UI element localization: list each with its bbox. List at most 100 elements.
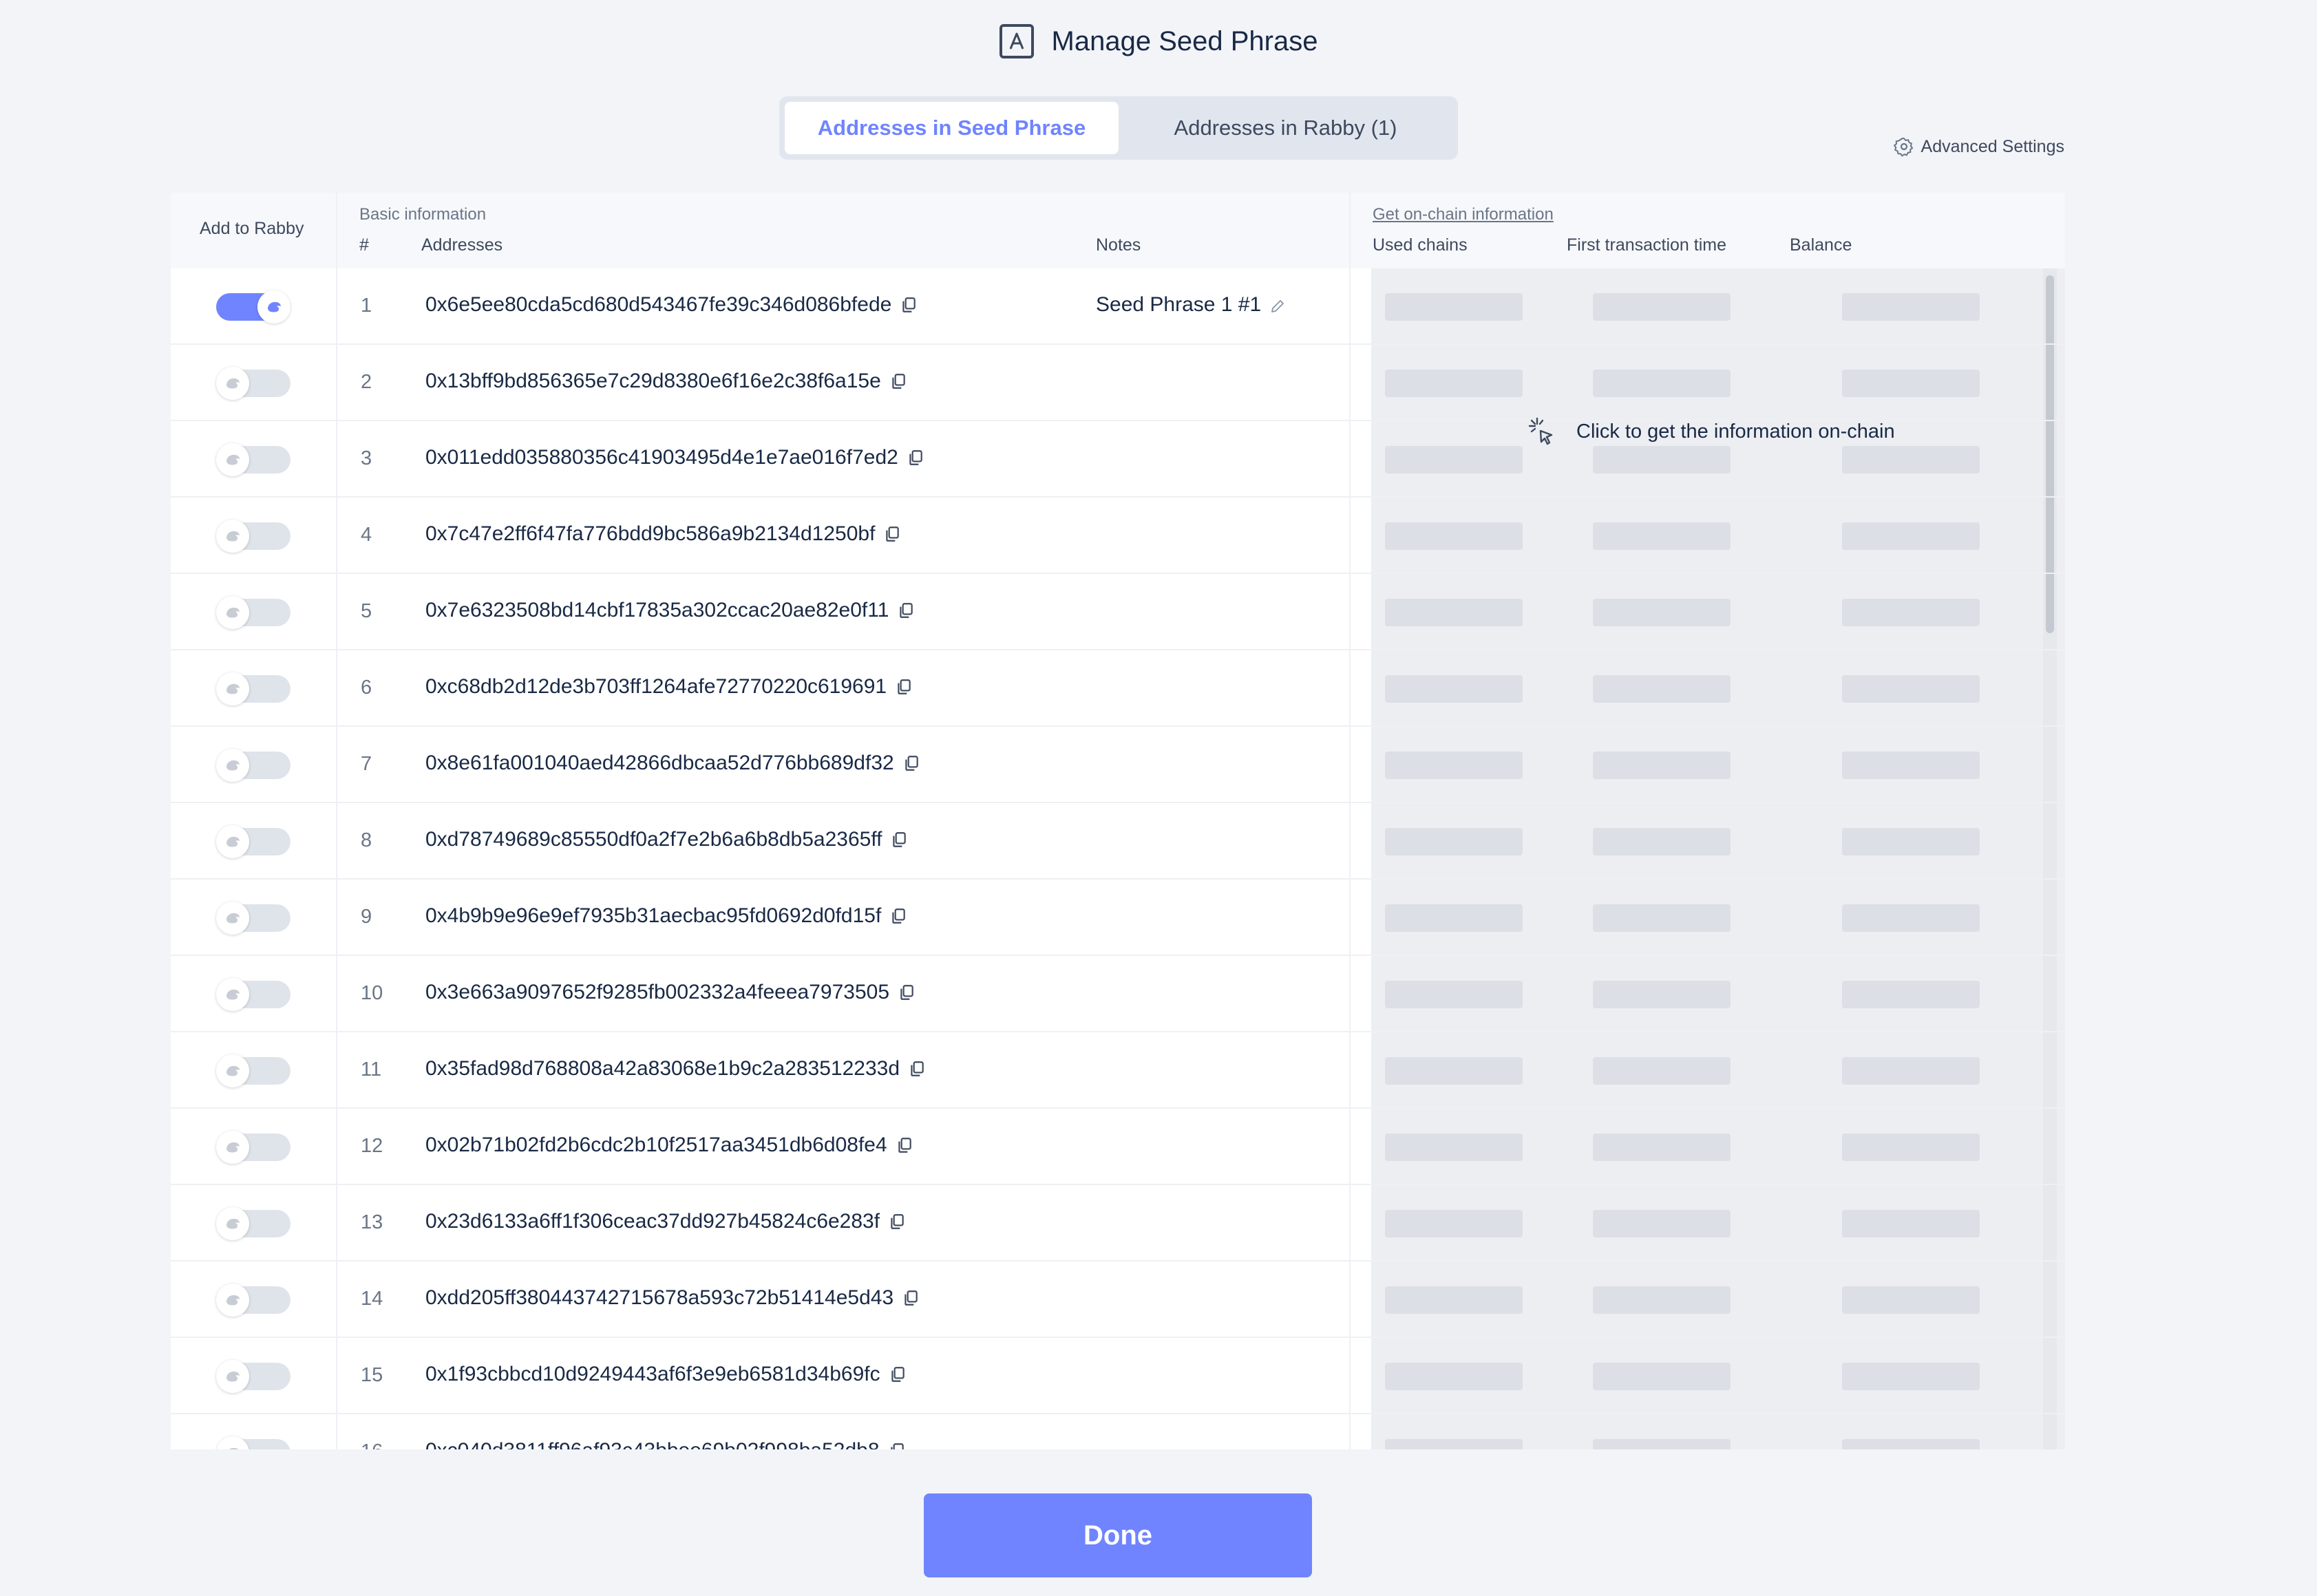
loading-placeholder xyxy=(1385,599,1523,626)
add-to-rabby-toggle[interactable] xyxy=(216,596,290,629)
copy-icon[interactable] xyxy=(889,1365,907,1383)
copy-icon[interactable] xyxy=(889,372,907,390)
header-basic-information: Basic information xyxy=(359,205,487,224)
tab-addresses-in-rabby[interactable]: Addresses in Rabby (1) xyxy=(1119,102,1452,154)
note-cell: Seed Phrase 1 #1 xyxy=(1096,293,1286,317)
loading-placeholder xyxy=(1385,904,1523,932)
loading-placeholder xyxy=(1842,828,1980,855)
tab-addresses-in-seed-phrase[interactable]: Addresses in Seed Phrase xyxy=(785,102,1119,154)
logo-icon xyxy=(999,24,1034,58)
add-to-rabby-toggle[interactable] xyxy=(216,1131,290,1164)
get-onchain-information-link[interactable]: Get on-chain information xyxy=(1373,205,1554,224)
copy-icon[interactable] xyxy=(908,1060,926,1078)
advanced-settings-label: Advanced Settings xyxy=(1921,136,2064,156)
address-text: 0x7e6323508bd14cbf17835a302ccac20ae82e0f… xyxy=(425,599,889,621)
done-button[interactable]: Done xyxy=(924,1493,1312,1577)
copy-icon[interactable] xyxy=(890,831,908,849)
get-onchain-info-cta[interactable]: Click to get the information on-chain xyxy=(1527,416,1895,447)
add-to-rabby-toggle[interactable] xyxy=(216,749,290,782)
address-cell: 0xd78749689c85550df0a2f7e2b6a6b8db5a2365… xyxy=(425,828,908,851)
copy-icon[interactable] xyxy=(888,1442,906,1449)
rabby-icon xyxy=(216,1131,249,1164)
rabby-icon xyxy=(216,902,249,935)
copy-icon[interactable] xyxy=(895,678,913,696)
table-row: 14 0xdd205ff380443742715678a593c72b51414e… xyxy=(171,1262,2065,1338)
add-to-rabby-toggle[interactable] xyxy=(216,1054,290,1087)
rabby-icon xyxy=(216,1284,249,1317)
table-row: 1 0x6e5ee80cda5cd680d543467fe39c346d086bf… xyxy=(171,268,2065,345)
copy-icon[interactable] xyxy=(907,449,924,467)
row-index: 12 xyxy=(361,1135,383,1157)
rabby-icon xyxy=(216,1360,249,1393)
header-add-to-rabby: Add to Rabby xyxy=(200,219,304,238)
loading-placeholder xyxy=(1385,675,1523,703)
add-to-rabby-toggle[interactable] xyxy=(216,290,290,323)
loading-placeholder xyxy=(1385,1363,1523,1390)
row-index: 10 xyxy=(361,982,383,1004)
copy-icon[interactable] xyxy=(902,754,920,772)
address-cell: 0x13bff9bd856365e7c29d8380e6f16e2c38f6a1… xyxy=(425,370,907,393)
address-cell: 0x7e6323508bd14cbf17835a302ccac20ae82e0f… xyxy=(425,599,915,622)
edit-note-icon[interactable] xyxy=(1269,297,1286,313)
address-cell: 0x23d6133a6ff1f306ceac37dd927b45824c6e28… xyxy=(425,1210,906,1233)
add-to-rabby-toggle[interactable] xyxy=(216,1360,290,1393)
loading-placeholder xyxy=(1842,904,1980,932)
add-to-rabby-toggle[interactable] xyxy=(216,367,290,400)
table-row: 2 0x13bff9bd856365e7c29d8380e6f16e2c38f6a… xyxy=(171,345,2065,421)
copy-icon[interactable] xyxy=(902,1289,920,1307)
add-to-rabby-toggle[interactable] xyxy=(216,978,290,1011)
advanced-settings-button[interactable]: Advanced Settings xyxy=(1893,136,2064,157)
table-row: 10 0x3e663a9097652f9285fb002332a4feeea797… xyxy=(171,956,2065,1032)
table-row: 5 0x7e6323508bd14cbf17835a302ccac20ae82e0… xyxy=(171,574,2065,650)
table-header: Add to Rabby Basic information # Address… xyxy=(171,193,2065,268)
add-to-rabby-toggle[interactable] xyxy=(216,1284,290,1317)
address-text: 0x7c47e2ff6f47fa776bdd9bc586a9b2134d1250… xyxy=(425,522,876,545)
add-to-rabby-toggle[interactable] xyxy=(216,902,290,935)
loading-placeholder xyxy=(1593,1363,1731,1390)
table-row: 12 0x02b71b02fd2b6cdc2b10f2517aa3451db6d0… xyxy=(171,1109,2065,1185)
loading-placeholder xyxy=(1385,1439,1523,1449)
add-to-rabby-toggle[interactable] xyxy=(216,672,290,705)
note-text: Seed Phrase 1 #1 xyxy=(1096,293,1262,316)
loading-placeholder xyxy=(1593,675,1731,703)
loading-placeholder xyxy=(1593,752,1731,779)
copy-icon[interactable] xyxy=(889,907,907,925)
loading-placeholder xyxy=(1842,1286,1980,1314)
rabby-icon xyxy=(216,443,249,476)
add-to-rabby-toggle[interactable] xyxy=(216,1207,290,1240)
copy-icon[interactable] xyxy=(900,296,918,314)
loading-placeholder xyxy=(1593,1210,1731,1237)
loading-placeholder xyxy=(1842,1134,1980,1161)
add-to-rabby-toggle[interactable] xyxy=(216,1436,290,1449)
rabby-icon xyxy=(216,749,249,782)
loading-placeholder xyxy=(1842,446,1980,474)
add-to-rabby-toggle[interactable] xyxy=(216,520,290,553)
row-index: 8 xyxy=(361,829,372,851)
header-notes: Notes xyxy=(1096,235,1141,255)
address-text: 0x1f93cbbcd10d9249443af6f3e9eb6581d34b69… xyxy=(425,1363,880,1385)
row-index: 5 xyxy=(361,600,372,622)
rabby-icon xyxy=(216,672,249,705)
add-to-rabby-toggle[interactable] xyxy=(216,825,290,858)
address-cell: 0x011edd035880356c41903495d4e1e7ae016f7e… xyxy=(425,446,924,469)
loading-placeholder xyxy=(1842,752,1980,779)
addresses-table: Add to Rabby Basic information # Address… xyxy=(171,193,2065,1449)
rabby-icon xyxy=(216,1054,249,1087)
rabby-icon xyxy=(216,367,249,400)
copy-icon[interactable] xyxy=(883,525,901,543)
copy-icon[interactable] xyxy=(896,1136,913,1154)
copy-icon[interactable] xyxy=(888,1213,906,1231)
add-to-rabby-toggle[interactable] xyxy=(216,443,290,476)
table-row: 9 0x4b9b9e96e9ef7935b31aecbac95fd0692d0fd… xyxy=(171,880,2065,956)
copy-icon[interactable] xyxy=(897,602,915,619)
header-first-transaction-time: First transaction time xyxy=(1567,235,1727,255)
loading-placeholder xyxy=(1593,599,1731,626)
loading-placeholder xyxy=(1842,981,1980,1008)
row-index: 16 xyxy=(361,1440,383,1449)
loading-placeholder xyxy=(1593,1286,1731,1314)
loading-placeholder xyxy=(1593,981,1731,1008)
loading-placeholder xyxy=(1842,599,1980,626)
copy-icon[interactable] xyxy=(898,983,916,1001)
address-cell: 0xc68db2d12de3b703ff1264afe72770220c6196… xyxy=(425,675,913,699)
row-index: 7 xyxy=(361,753,372,775)
